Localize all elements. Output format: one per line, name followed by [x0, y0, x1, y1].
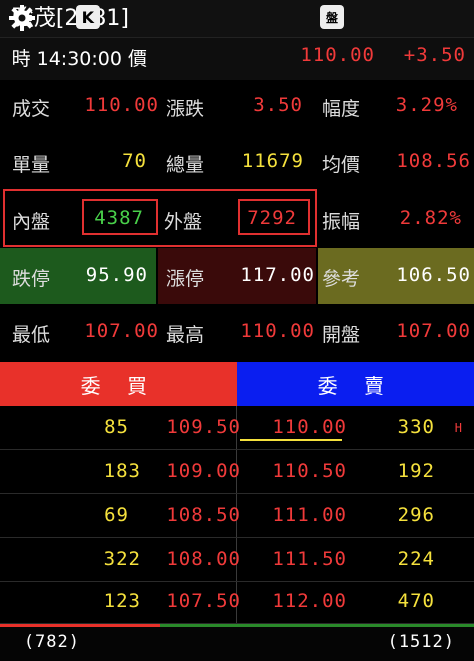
ask-flag: H	[455, 421, 464, 435]
last-price: 110.00	[300, 44, 375, 66]
bid-bar	[0, 624, 160, 627]
gear-icon[interactable]	[7, 3, 37, 33]
ask-bar	[160, 624, 474, 627]
ask-qty: 192	[398, 460, 436, 482]
sell-header[interactable]: 委 賣	[237, 362, 474, 406]
stat-label: 單量	[12, 154, 51, 176]
buy-header[interactable]: 委 買	[0, 362, 237, 406]
ask-price-underline	[240, 439, 342, 441]
kline-button[interactable]: K	[76, 5, 100, 29]
stat-value: 110.00	[84, 94, 159, 116]
bid-price: 109.50	[166, 416, 241, 438]
bid-price: 107.50	[166, 590, 241, 612]
ask-price: 111.50	[272, 548, 347, 570]
stat-label: 漲跌	[166, 98, 205, 120]
bid-qty: 69	[104, 504, 129, 526]
buy-header-label: 委 買	[80, 373, 157, 398]
ask-qty: 470	[398, 590, 436, 612]
stat-value: 110.00	[240, 320, 315, 342]
stat-value: 95.90	[86, 264, 149, 286]
price-change: +3.50	[404, 44, 467, 66]
stat-value: 7292	[247, 207, 297, 229]
bid-price: 108.00	[166, 548, 241, 570]
ask-price: 110.00	[272, 416, 347, 438]
stat-label: 幅度	[322, 98, 361, 120]
stat-value: 107.00	[396, 320, 471, 342]
board-label: 盤	[326, 10, 339, 25]
bid-price: 108.50	[166, 504, 241, 526]
stat-label: 漲停	[166, 268, 205, 290]
sell-header-label: 委 賣	[317, 373, 394, 398]
stat-value: 106.50	[396, 264, 471, 286]
ask-qty: 224	[398, 548, 436, 570]
stat-label: 最低	[12, 324, 51, 346]
stat-label: 內盤	[12, 211, 51, 233]
stat-value: 11679	[242, 150, 305, 172]
stat-value: 2.82%	[400, 207, 463, 229]
stat-label: 參考	[322, 268, 361, 290]
time-label: 時 14:30:00 價	[12, 48, 148, 70]
stat-label: 振幅	[322, 211, 361, 233]
stat-label: 總量	[166, 154, 205, 176]
ask-price: 111.00	[272, 504, 347, 526]
board-button[interactable]: 盤	[320, 5, 344, 29]
bid-qty: 322	[104, 548, 142, 570]
stat-value: 117.00	[240, 264, 315, 286]
ask-total: (1512)	[388, 632, 456, 652]
ask-qty: 330	[398, 416, 436, 438]
stat-label: 成交	[12, 98, 51, 120]
stat-label: 均價	[322, 154, 361, 176]
stat-value: 107.00	[84, 320, 159, 342]
stat-label: 跌停	[12, 268, 51, 290]
bid-total: (782)	[24, 632, 81, 652]
ask-price: 112.00	[272, 590, 347, 612]
ask-qty: 296	[398, 504, 436, 526]
stat-value: 3.50	[253, 94, 303, 116]
stat-label: 開盤	[322, 324, 361, 346]
app-root: 強茂[2481] K 盤 時 14:30:00 價 110.00 +3.50 成…	[0, 0, 474, 661]
stat-value: 70	[122, 150, 147, 172]
stat-label: 外盤	[164, 211, 203, 233]
bid-price: 109.00	[166, 460, 241, 482]
ask-price: 110.50	[272, 460, 347, 482]
bid-qty: 85	[104, 416, 129, 438]
stat-value: 3.29%	[396, 94, 459, 116]
bid-qty: 183	[104, 460, 142, 482]
bid-qty: 123	[104, 590, 142, 612]
stat-value: 4387	[94, 207, 144, 229]
kline-label: K	[81, 7, 95, 27]
stat-label: 最高	[166, 324, 205, 346]
stat-value: 108.56	[396, 150, 471, 172]
